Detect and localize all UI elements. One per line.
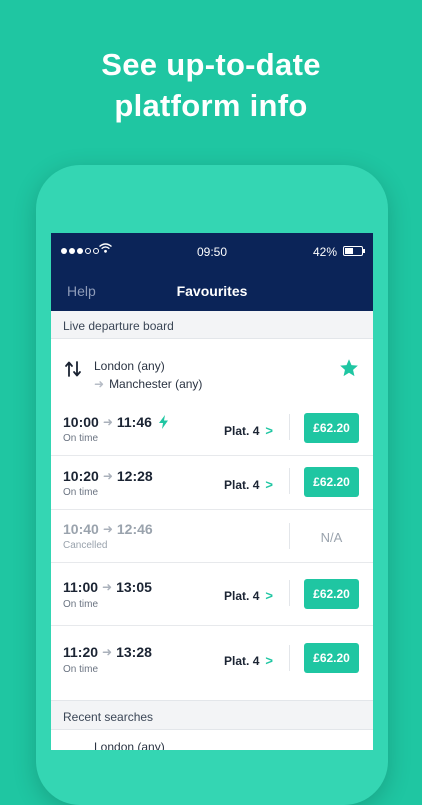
divider	[289, 645, 290, 671]
platform-link[interactable]: Plat. 4 >	[224, 653, 273, 668]
arrow-right-icon: ➜	[102, 645, 113, 659]
recent-search-item[interactable]: London (any)	[94, 740, 165, 750]
favourite-star-icon[interactable]	[339, 358, 359, 377]
fast-train-bolt-icon	[158, 415, 168, 429]
route-origin: London (any)	[94, 359, 165, 373]
departure-row[interactable]: 10:40 ➜ 12:46 Cancelled N/A	[51, 509, 373, 563]
recent-searches-header: Recent searches	[51, 700, 373, 730]
chevron-right-icon: >	[265, 653, 273, 668]
phone-screen: 09:50 42% Help Favourites Live departure…	[51, 233, 373, 750]
service-status: On time	[63, 664, 99, 675]
price-button[interactable]: £62.20	[304, 579, 359, 609]
departure-time: 10:00	[63, 414, 99, 430]
status-bar: 09:50 42%	[51, 233, 373, 269]
platform-link[interactable]: Plat. 4 >	[224, 423, 273, 438]
divider	[289, 468, 290, 494]
arrow-right-icon: ➜	[102, 580, 113, 594]
arrival-time: 12:46	[116, 521, 153, 537]
page-title: Favourites	[176, 283, 248, 299]
chevron-right-icon: >	[265, 423, 273, 438]
headline: See up-to-date platform info	[0, 44, 422, 126]
price-button[interactable]: £62.20	[304, 413, 359, 443]
platform-label: Plat. 4	[224, 423, 260, 438]
service-status: Cancelled	[63, 540, 108, 551]
divider	[289, 414, 290, 440]
departure-time: 11:20	[63, 644, 99, 660]
battery-icon	[343, 246, 365, 256]
departure-row[interactable]: 10:00 ➜ 11:46 On time Plat. 4 > £62.20	[51, 401, 373, 456]
arrival-time: 13:28	[116, 644, 152, 660]
platform-label: Plat. 4	[224, 588, 260, 603]
service-status: On time	[63, 599, 99, 610]
route-destination-label: Manchester (any)	[109, 377, 203, 391]
divider	[289, 523, 290, 549]
service-status: On time	[63, 487, 99, 498]
price-unavailable: N/A	[320, 530, 343, 545]
arrival-time: 12:28	[116, 468, 153, 484]
platform-label: Plat. 4	[224, 653, 260, 668]
departure-time: 10:20	[63, 468, 99, 484]
platform-label: Plat. 4	[224, 477, 260, 492]
platform-link[interactable]: Plat. 4 >	[224, 477, 273, 492]
route-destination: ➜ Manchester (any)	[94, 377, 202, 391]
departure-row[interactable]: 10:20 ➜ 12:28 On time Plat. 4 > £62.20	[51, 455, 373, 510]
swap-direction-icon[interactable]	[64, 359, 82, 379]
arrow-right-icon: ➜	[102, 522, 113, 536]
price-button[interactable]: £62.20	[304, 467, 359, 497]
departure-times: 10:20 ➜ 12:28	[63, 468, 153, 484]
chevron-right-icon: >	[265, 477, 273, 492]
departure-times: 11:20 ➜ 13:28	[63, 644, 152, 660]
chevron-right-icon: >	[265, 588, 273, 603]
arrow-right-icon: ➜	[102, 415, 113, 429]
departure-time: 11:00	[63, 579, 99, 595]
arrow-right-icon: ➜	[102, 469, 113, 483]
arrival-time: 13:05	[116, 579, 152, 595]
route-summary[interactable]: London (any) ➜ Manchester (any)	[51, 339, 373, 401]
arrow-right-icon: ➜	[94, 377, 105, 391]
nav-bar: Help Favourites	[51, 269, 373, 311]
departure-row[interactable]: 11:20 ➜ 13:28 On time Plat. 4 > £62.20	[51, 625, 373, 695]
departure-times: 10:40 ➜ 12:46	[63, 521, 153, 537]
headline-line-1: See up-to-date	[101, 47, 321, 82]
price-button[interactable]: £62.20	[304, 643, 359, 673]
departure-row[interactable]: 11:00 ➜ 13:05 On time Plat. 4 > £62.20	[51, 562, 373, 626]
headline-line-2: platform info	[114, 88, 308, 123]
departure-time: 10:40	[63, 521, 99, 537]
battery-percentage: 42%	[312, 245, 337, 259]
live-board-header: Live departure board	[51, 311, 373, 339]
platform-link[interactable]: Plat. 4 >	[224, 588, 273, 603]
service-status: On time	[63, 433, 99, 444]
departure-times: 11:00 ➜ 13:05	[63, 579, 152, 595]
divider	[289, 580, 290, 606]
arrival-time: 11:46	[116, 414, 152, 430]
departure-times: 10:00 ➜ 11:46	[63, 414, 168, 430]
